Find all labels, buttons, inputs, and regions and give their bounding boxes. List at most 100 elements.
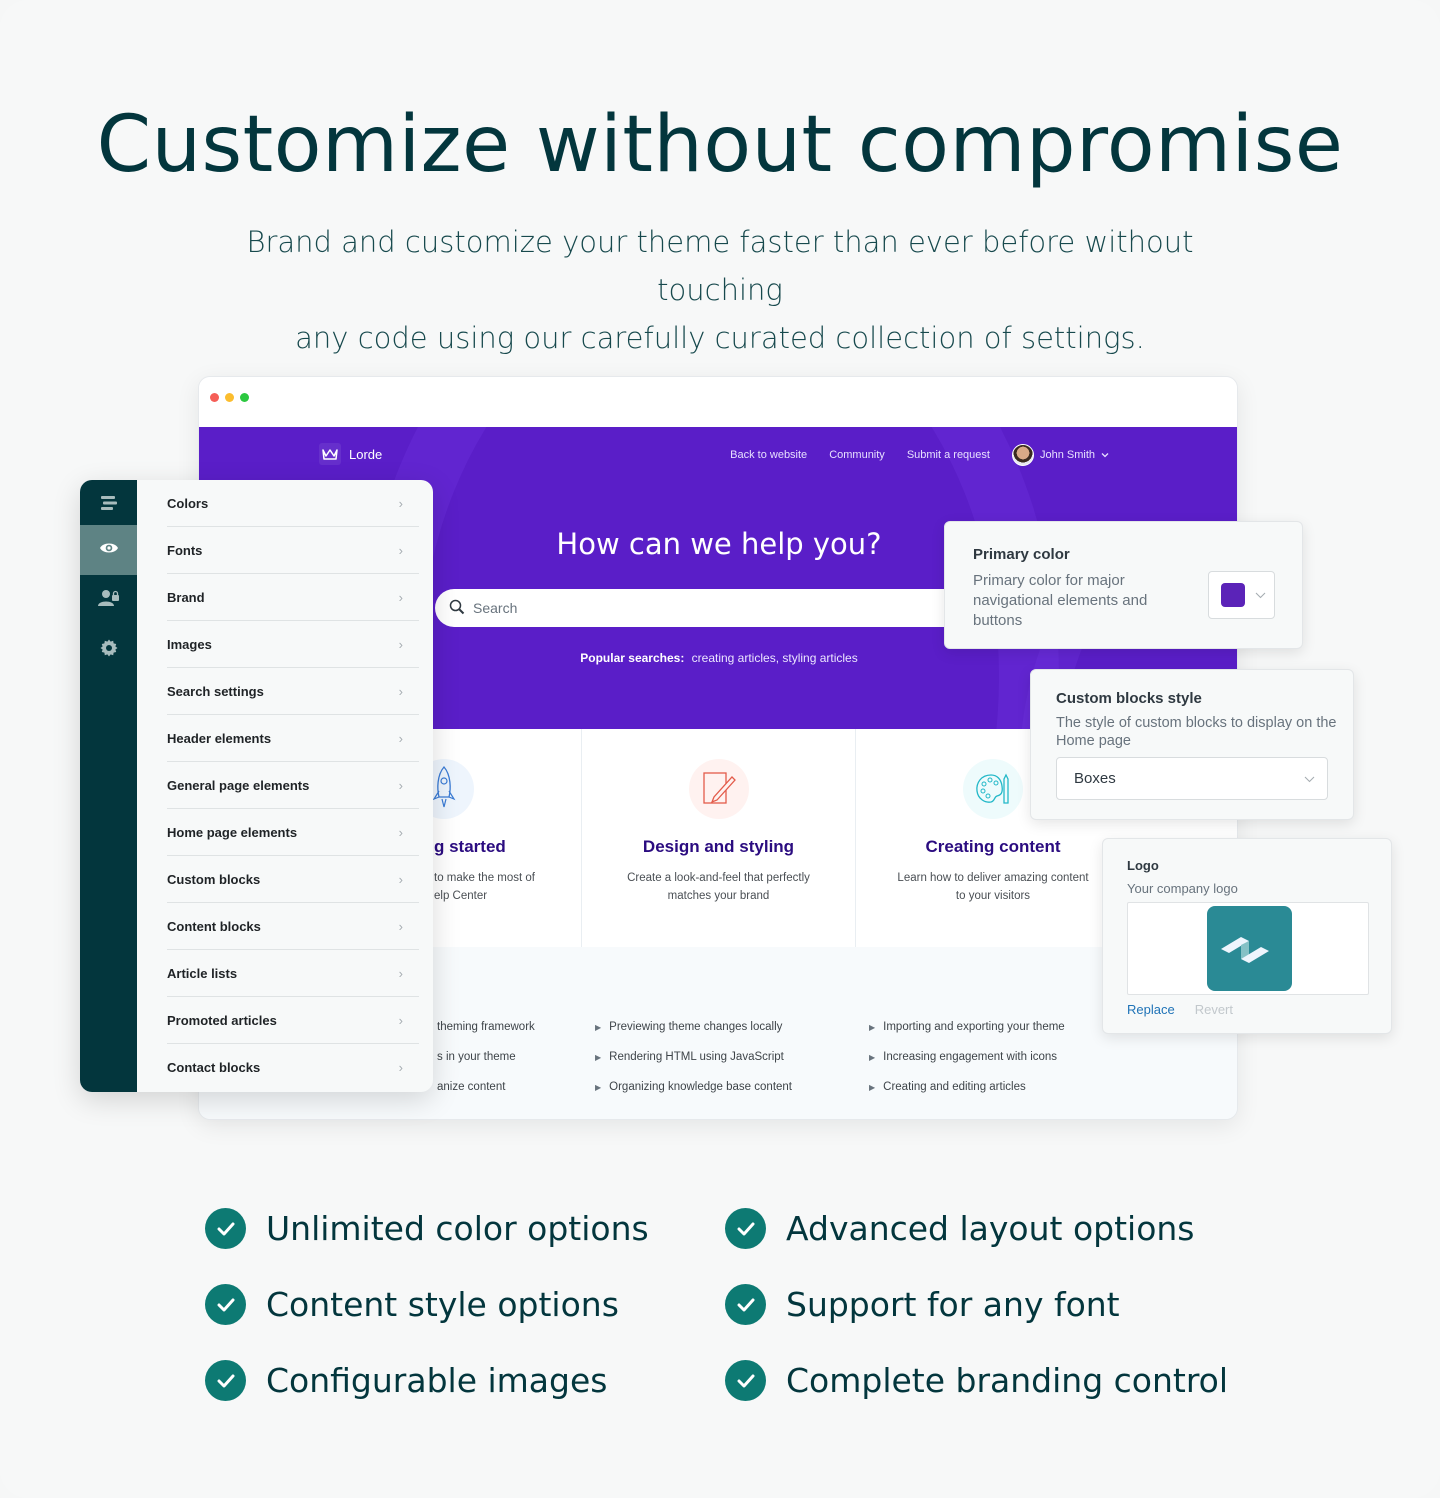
article-column: ▶ Previewing theme changes locally ▶ Rende… (595, 1021, 792, 1111)
setting-title: Custom blocks style (1056, 690, 1202, 707)
menu-item-label: Promoted articles (167, 1012, 277, 1028)
minimize-window-dot[interactable] (225, 393, 234, 402)
color-picker-button[interactable] (1208, 571, 1275, 619)
menu-item-custom-blocks[interactable]: Custom blocks › (167, 856, 419, 903)
popular-search-link[interactable]: creating articles, (692, 651, 779, 665)
replace-logo-link[interactable]: Replace (1127, 1002, 1175, 1017)
menu-item-label: General page elements (167, 777, 310, 793)
feature-item: Support for any font (725, 1284, 1120, 1325)
feature-item: Complete branding control (725, 1360, 1228, 1401)
article-title: Importing and exporting your theme (883, 1021, 1065, 1033)
article-title: s in your theme (437, 1051, 516, 1063)
popular-searches-label: Popular searches: (580, 651, 685, 665)
menu-item-header-elements[interactable]: Header elements › (167, 715, 419, 762)
menu-item-label: Custom blocks (167, 871, 261, 887)
menu-item-images[interactable]: Images › (167, 621, 419, 668)
chevron-right-icon: › (398, 542, 403, 558)
article-link[interactable]: ▶ Creating and editing articles (869, 1081, 1065, 1111)
menu-item-contact-blocks[interactable]: Contact blocks › (167, 1044, 419, 1091)
article-link[interactable]: s in your theme (437, 1051, 535, 1081)
check-circle-icon (205, 1360, 246, 1401)
chevron-right-icon: › (398, 1060, 403, 1075)
revert-logo-link[interactable]: Revert (1195, 1002, 1233, 1017)
brand-name: Lorde (349, 446, 383, 462)
article-link[interactable]: ▶ Organizing knowledge base content (595, 1081, 792, 1111)
caret-right-icon: ▶ (869, 1083, 876, 1092)
chevron-right-icon: › (398, 589, 403, 605)
menu-item-home-page-elements[interactable]: Home page elements › (167, 809, 419, 856)
caret-right-icon: ▶ (869, 1023, 876, 1032)
menu-item-label: Article lists (167, 965, 238, 981)
primary-color-setting: Primary color Primary color for major na… (944, 521, 1303, 649)
rail-item-settings[interactable] (80, 625, 137, 675)
nav-back-to-website[interactable]: Back to website (730, 449, 807, 461)
check-circle-icon (725, 1360, 766, 1401)
menu-item-general-page-elements[interactable]: General page elements › (167, 762, 419, 809)
menu-item-promoted-articles[interactable]: Promoted articles › (167, 997, 419, 1044)
logo-preview[interactable] (1127, 902, 1369, 995)
close-window-dot[interactable] (210, 393, 219, 402)
article-link[interactable]: ▶ Importing and exporting your theme (869, 1021, 1065, 1051)
hero-subtitle-line-1: Brand and customize your theme faster th… (246, 225, 1194, 307)
menu-item-label: Search settings (167, 683, 264, 699)
rail-item-appearance[interactable] (80, 525, 137, 575)
menu-item-article-lists[interactable]: Article lists › (167, 950, 419, 997)
article-column: ▶ Importing and exporting your theme ▶ Inc… (869, 1021, 1065, 1111)
setting-title: Logo (1127, 858, 1159, 873)
custom-blocks-style-select[interactable]: Boxes (1056, 757, 1328, 800)
article-title: Creating and editing articles (883, 1081, 1026, 1093)
chevron-right-icon: › (398, 777, 403, 793)
article-title: Increasing engagement with icons (883, 1051, 1058, 1063)
nav-submit-request[interactable]: Submit a request (907, 449, 990, 461)
menu-item-fonts[interactable]: Fonts › (167, 527, 419, 574)
chevron-right-icon: › (398, 683, 403, 699)
feature-label: Complete branding control (786, 1361, 1229, 1400)
browser-titlebar (199, 377, 1237, 427)
chevron-down-icon (1101, 449, 1109, 461)
theme-settings-panel: Colors › Fonts › Brand › Images › Search set… (80, 480, 433, 1092)
article-title: theming framework (437, 1021, 535, 1033)
caret-right-icon: ▶ (595, 1083, 602, 1092)
menu-item-label: Colors (167, 495, 209, 511)
nav-community[interactable]: Community (829, 449, 885, 461)
article-link[interactable]: ▶ Previewing theme changes locally (595, 1021, 792, 1051)
hero-subtitle: Brand and customize your theme faster th… (180, 218, 1260, 362)
feature-item: Unlimited color options (205, 1208, 649, 1249)
feature-item: Content style options (205, 1284, 619, 1325)
article-link[interactable]: ▶ Rendering HTML using JavaScript (595, 1051, 792, 1081)
article-link[interactable]: ▶ Increasing engagement with icons (869, 1051, 1065, 1081)
menu-item-brand[interactable]: Brand › (167, 574, 419, 621)
chevron-down-icon (1255, 586, 1266, 604)
article-title: Previewing theme changes locally (609, 1021, 783, 1033)
menu-item-colors[interactable]: Colors › (167, 480, 419, 527)
rail-item-permissions[interactable] (80, 575, 137, 625)
chevron-right-icon: › (398, 824, 403, 840)
menu-item-content-blocks[interactable]: Content blocks › (167, 903, 419, 950)
chevron-right-icon: › (398, 495, 403, 511)
menu-item-label: Content blocks (167, 918, 261, 934)
check-circle-icon (205, 1208, 246, 1249)
logo-actions: Replace Revert (1127, 1002, 1233, 1017)
brand-logo[interactable]: Lorde (319, 443, 382, 465)
article-link[interactable]: theming framework (437, 1021, 535, 1051)
article-title: Organizing knowledge base content (609, 1081, 792, 1093)
article-link[interactable]: anize content (437, 1081, 535, 1111)
caret-right-icon: ▶ (595, 1053, 602, 1062)
user-menu[interactable]: John Smith (1011, 444, 1109, 466)
rail-item-menu[interactable] (80, 480, 137, 530)
selected-value: Boxes (1074, 770, 1116, 787)
article-title: Rendering HTML using JavaScript (609, 1051, 784, 1063)
category-card-design-styling[interactable]: Design and styling Create a look-and-fee… (582, 729, 856, 947)
hero-title: Customize without compromise (96, 100, 1344, 190)
settings-rail (80, 480, 137, 1092)
chevron-right-icon: › (398, 636, 403, 652)
logo-setting: Logo Your company logo Replace Revert (1102, 838, 1392, 1034)
menu-item-label: Fonts (167, 542, 203, 558)
caret-right-icon: ▶ (595, 1023, 602, 1032)
search-icon (449, 599, 465, 618)
maximize-window-dot[interactable] (240, 393, 249, 402)
popular-search-link[interactable]: styling articles (782, 651, 857, 665)
menu-item-label: Images (167, 636, 212, 652)
feature-label: Advanced layout options (786, 1209, 1195, 1248)
menu-item-search-settings[interactable]: Search settings › (167, 668, 419, 715)
